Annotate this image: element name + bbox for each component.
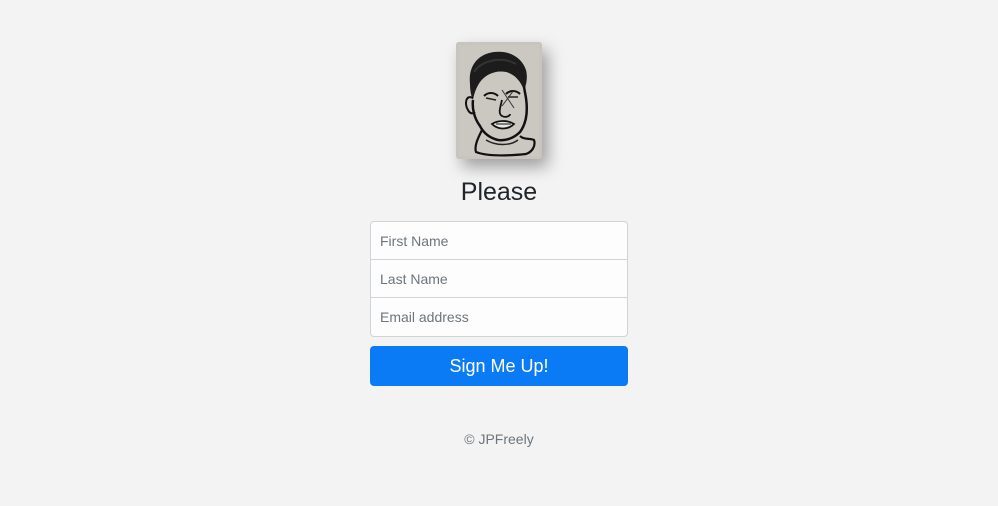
face-sketch-drawing <box>456 42 542 159</box>
signup-page: Please Sign Me Up! © JPFreely <box>0 0 998 506</box>
last-name-input[interactable] <box>370 259 628 298</box>
footer-copyright: © JPFreely <box>464 431 534 447</box>
first-name-input[interactable] <box>370 221 628 260</box>
email-input[interactable] <box>370 297 628 337</box>
sign-up-button[interactable]: Sign Me Up! <box>370 346 628 386</box>
page-title: Please <box>460 178 538 206</box>
portrait-image <box>456 42 542 159</box>
signup-form: Sign Me Up! <box>370 221 628 386</box>
